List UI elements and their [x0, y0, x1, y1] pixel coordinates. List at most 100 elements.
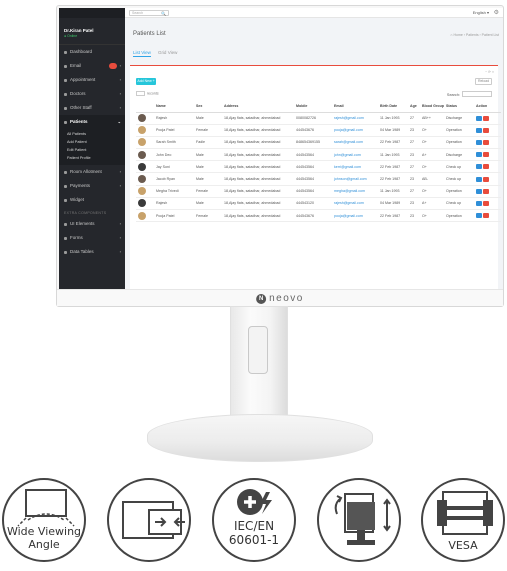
card-tools[interactable]: − ⟳ × [485, 70, 494, 74]
table-icon [64, 250, 67, 254]
edit-icon[interactable] [476, 164, 482, 170]
table-row[interactable]: Jay Soni Male 18,Ajay flats, satadhar, ahm… [136, 160, 501, 174]
gear-icon[interactable]: ⚙ [494, 9, 499, 16]
table-row[interactable]: Megha Trivedi Female 18,Ajay flats, satadh… [136, 185, 501, 198]
delete-icon[interactable] [483, 188, 489, 194]
col-age[interactable]: Age [408, 100, 420, 113]
col-email[interactable]: Email [332, 100, 378, 113]
cell-action [474, 148, 501, 162]
table-header-row: Name Sex Address Mobile Email Birth Date… [136, 100, 501, 113]
submenu-add-patient[interactable]: Add Patient [67, 138, 125, 146]
cell-avatar [136, 124, 154, 137]
sidebar-item-payments[interactable]: Payments › [59, 179, 125, 193]
edit-icon[interactable] [476, 127, 482, 133]
delete-icon[interactable] [483, 152, 489, 158]
cell-address: 18,Ajay flats, satadhar, ahmedabad [222, 209, 294, 223]
delete-icon[interactable] [483, 200, 489, 206]
tab-list-view[interactable]: List View [133, 50, 151, 57]
feature-label-line1: IEC/EN [233, 519, 275, 533]
delete-icon[interactable] [483, 213, 489, 219]
edit-icon[interactable] [476, 213, 482, 219]
col-name[interactable]: Name [154, 100, 194, 113]
submenu-all-patients[interactable]: All Patients [67, 130, 125, 138]
notification-badge [109, 63, 117, 69]
cell-status: Discharge [444, 112, 474, 125]
table-row[interactable]: John Deo Male 18,Ajay flats, satadhar, ahm… [136, 148, 501, 162]
language-selector[interactable]: English ▾ [473, 10, 489, 15]
edit-icon[interactable] [476, 176, 482, 182]
sidebar-item-other-staff[interactable]: Other Staff › [59, 101, 125, 115]
sidebar-item-widget[interactable]: Widget [59, 193, 125, 207]
chevron-down-icon: ⌄ [117, 119, 121, 124]
sidebar-item-patients[interactable]: Patients ⌄ [59, 115, 125, 129]
cell-status: Operation [444, 185, 474, 198]
edit-icon[interactable] [476, 152, 482, 158]
brand-name: neovo [269, 293, 304, 304]
col-avatar [136, 100, 154, 113]
col-sex[interactable]: Sex [194, 100, 222, 113]
cell-mobile: 444543564 [294, 148, 332, 162]
records-selector[interactable]: records [136, 91, 159, 96]
sidebar-user: Dr.Kiran Patel ● Online [59, 18, 125, 45]
cell-avatar [136, 160, 154, 174]
delete-icon[interactable] [483, 115, 489, 121]
height-adjust-graphic [334, 493, 391, 545]
tab-grid-view[interactable]: Grid View [158, 50, 177, 57]
col-blood-group[interactable]: Blood Group [420, 100, 444, 113]
page-size-select[interactable] [136, 91, 145, 96]
sidebar-header [59, 8, 125, 18]
top-bar: Search 🔍 English ▾ ⚙ [125, 8, 503, 18]
col-birth-date[interactable]: Birth Date [378, 100, 408, 113]
edit-icon[interactable] [476, 115, 482, 121]
monitor-screen: Dr.Kiran Patel ● Online Dashboard Email ›… [59, 8, 503, 291]
thin-bezel-icon [107, 478, 191, 562]
sidebar-item-data-tables[interactable]: Data Tables › [59, 245, 125, 259]
col-mobile[interactable]: Mobile [294, 100, 332, 113]
table-row[interactable]: Rajesh Male 18,Ajay flats, satadhar, ahmed… [136, 197, 501, 211]
reload-button[interactable]: Reload [475, 78, 492, 85]
submenu-edit-patient[interactable]: Edit Patient [67, 146, 125, 154]
delete-icon[interactable] [483, 127, 489, 133]
add-new-button[interactable]: Add New + [136, 78, 156, 85]
bed-icon [64, 170, 67, 174]
submenu-patient-profile[interactable]: Patient Profile [67, 154, 125, 162]
delete-icon[interactable] [483, 176, 489, 182]
edit-icon[interactable] [476, 139, 482, 145]
sidebar-item-forms[interactable]: Forms › [59, 231, 125, 245]
cell-avatar [136, 136, 154, 150]
page-title: Patients List [133, 31, 166, 37]
table-row[interactable]: Rajesh Male 18,Ajay flats, satadhar, ahmed… [136, 112, 501, 125]
sidebar-item-label: Other Staff [70, 105, 92, 110]
table-row[interactable]: Jacob Ryan Male 18,Ajay flats, satadhar, a… [136, 172, 501, 186]
sidebar-item-doctors[interactable]: Doctors › [59, 87, 125, 101]
cell-sex: Fadle [194, 136, 222, 150]
sidebar-item-ui-elements[interactable]: UI Elements › [59, 217, 125, 231]
cell-mobile: 444543120 [294, 197, 332, 211]
breadcrumb[interactable]: ⌂ Home › Patients › Patient List [450, 33, 499, 37]
table-row[interactable]: Pooja Patel Female 18,Ajay flats, satadhar… [136, 124, 501, 137]
chevron-right-icon: › [119, 235, 121, 240]
delete-icon[interactable] [483, 139, 489, 145]
sidebar-item-label: Doctors [70, 91, 86, 96]
col-status[interactable]: Status [444, 100, 474, 113]
search-input[interactable]: Search 🔍 [129, 10, 169, 16]
sidebar-item-email[interactable]: Email › [59, 59, 125, 73]
sidebar-item-dashboard[interactable]: Dashboard [59, 45, 125, 59]
edit-icon[interactable] [476, 200, 482, 206]
widget-icon [64, 198, 67, 202]
cell-birth-date: 22 Feb 1987 [378, 160, 408, 174]
table-row[interactable]: Sarah Smith Fadle 18,Ajay flats, satadhar,… [136, 136, 501, 150]
col-address[interactable]: Address [222, 100, 294, 113]
avatar [138, 126, 146, 135]
delete-icon[interactable] [483, 164, 489, 170]
edit-icon[interactable] [476, 188, 482, 194]
table-search-input[interactable] [462, 91, 492, 97]
cell-sex: Male [194, 197, 222, 211]
cell-name: Sarah Smith [154, 136, 194, 150]
sidebar-item-appointment[interactable]: Appointment › [59, 73, 125, 87]
sidebar-item-room-allotment[interactable]: Room Allotment › [59, 165, 125, 179]
cell-blood-group: A+ [420, 197, 444, 211]
cell-sex: Male [194, 160, 222, 174]
avatar [138, 187, 146, 196]
table-row[interactable]: Pooja Patel Female 18,Ajay flats, satadhar… [136, 209, 501, 223]
